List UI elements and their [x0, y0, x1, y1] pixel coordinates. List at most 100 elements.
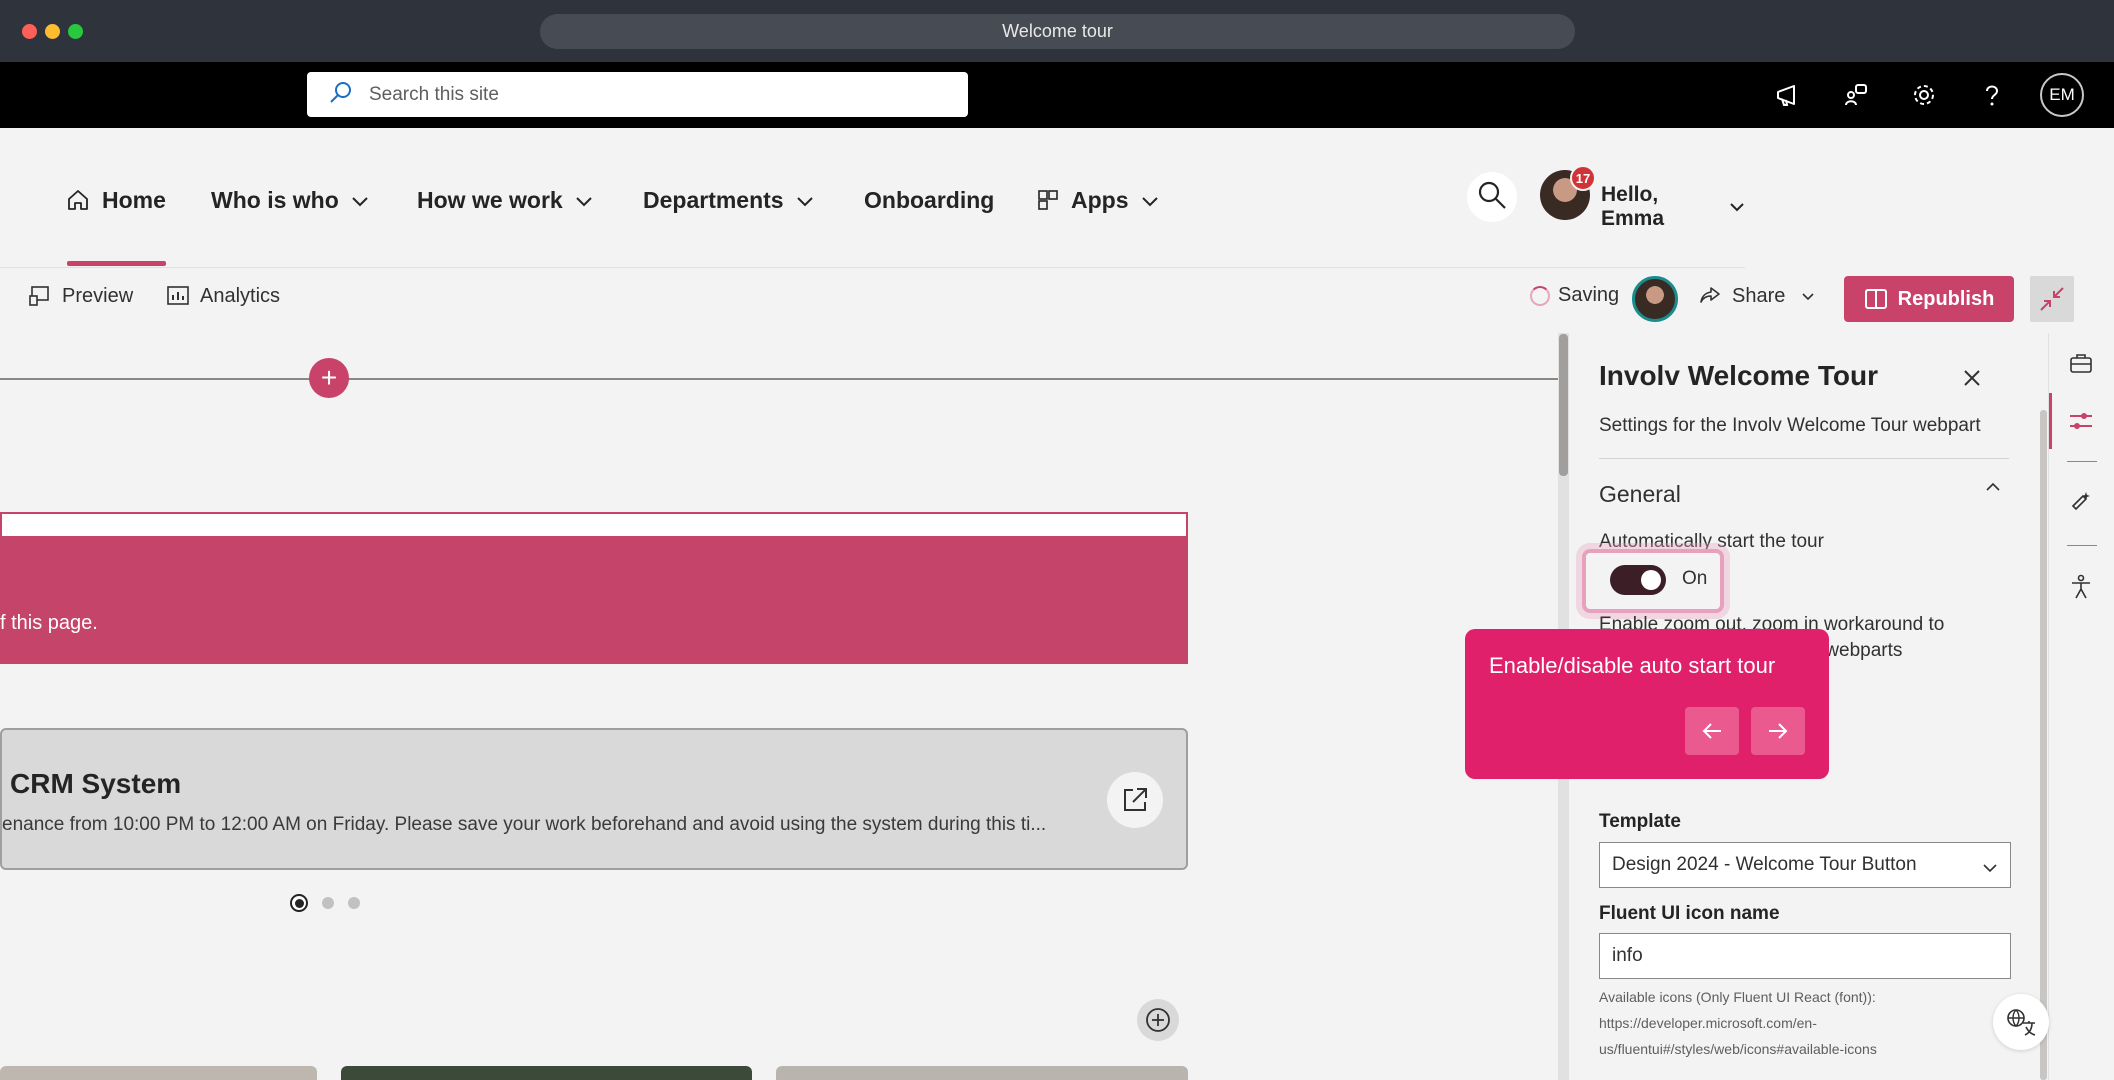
help-icon[interactable]	[1958, 73, 2026, 117]
nav-item-home[interactable]: Home	[66, 180, 166, 220]
carousel-dot-1[interactable]	[290, 894, 308, 912]
zoom-window-button[interactable]	[68, 24, 83, 39]
site-navigation: Home Who is who How we work Departments …	[0, 128, 1745, 268]
settings-gear-icon[interactable]	[1890, 73, 1958, 117]
book-icon	[1864, 288, 1898, 310]
nav-item-label: Onboarding	[864, 186, 995, 213]
add-section-button[interactable]: +	[309, 358, 349, 398]
preview-label: Preview	[62, 284, 134, 307]
toggle-knob	[1641, 570, 1661, 590]
analytics-label: Analytics	[200, 284, 281, 307]
pane-divider	[1599, 458, 2009, 459]
preview-icon	[28, 284, 62, 308]
auto-start-toggle[interactable]	[1610, 565, 1666, 595]
image-thumbnail[interactable]	[776, 1066, 1188, 1080]
icon-name-label: Fluent UI icon name	[1599, 903, 1780, 924]
minimize-window-button[interactable]	[45, 24, 60, 39]
page-command-bar: Preview Analytics Saving Share Republish	[0, 268, 2074, 328]
translate-icon	[2005, 1007, 2037, 1037]
rail-selected-indicator	[2049, 393, 2052, 449]
design-ideas-button[interactable]	[2063, 483, 2099, 519]
megaphone-icon[interactable]	[1754, 73, 1822, 117]
republish-label: Republish	[1897, 287, 1995, 310]
nav-item-label: Who is who	[211, 186, 339, 213]
user-greeting-menu[interactable]: Hello, Emma	[1601, 183, 1745, 231]
share-feedback-icon[interactable]	[1822, 73, 1890, 117]
share-label: Share	[1732, 284, 1786, 307]
chevron-down-icon	[1982, 857, 1998, 879]
window-title[interactable]: Welcome tour	[540, 14, 1575, 49]
news-title: CRM System	[10, 768, 182, 799]
greeting-text: Hello, Emma	[1601, 183, 1665, 230]
tour-popover: Enable/disable auto start tour	[1465, 629, 1829, 779]
rail-separator	[2067, 545, 2097, 546]
nav-item-departments[interactable]: Departments	[643, 180, 814, 220]
template-value: Design 2024 - Welcome Tour Button	[1612, 854, 1917, 875]
share-icon	[1698, 284, 1732, 308]
share-button[interactable]: Share	[1698, 284, 1825, 308]
icons-help-link[interactable]: https://developer.microsoft.com/en-	[1599, 1015, 1817, 1031]
nav-item-apps[interactable]: Apps	[1037, 180, 1159, 220]
tour-previous-button[interactable]	[1685, 707, 1739, 755]
chevron-down-icon	[796, 187, 814, 214]
nav-item-label: How we work	[417, 186, 563, 213]
nav-search-button[interactable]	[1467, 172, 1517, 222]
sliders-icon	[2068, 409, 2094, 433]
news-carousel-card[interactable]: CRM System enance from 10:00 PM to 12:00…	[0, 728, 1188, 870]
add-webpart-button[interactable]	[1137, 999, 1179, 1041]
banner-text: f this page.	[0, 612, 98, 634]
nav-item-how-we-work[interactable]: How we work	[417, 180, 593, 220]
collapse-pane-button[interactable]	[2030, 276, 2074, 322]
search-placeholder: Search this site	[369, 83, 499, 105]
icons-help-text: Available icons (Only Fluent UI React (f…	[1599, 989, 1876, 1005]
notification-badge: 17	[1570, 165, 1596, 191]
tour-step-text: Enable/disable auto start tour	[1489, 653, 1776, 678]
analytics-button[interactable]: Analytics	[166, 284, 280, 308]
news-description: enance from 10:00 PM to 12:00 AM on Frid…	[2, 814, 1047, 835]
pane-title: Involv Welcome Tour	[1599, 360, 1879, 391]
user-avatar[interactable]: EM	[2040, 73, 2084, 117]
nav-item-label: Apps	[1071, 186, 1129, 213]
search-icon	[329, 80, 353, 109]
image-thumbnail[interactable]	[341, 1066, 752, 1080]
icon-name-input[interactable]: info	[1599, 933, 2011, 979]
suite-bar: Search this site EM	[0, 62, 2114, 128]
settings-sliders-button[interactable]	[2063, 403, 2099, 439]
open-external-button[interactable]	[1107, 772, 1163, 828]
coauthor-avatar[interactable]	[1632, 276, 1678, 322]
chevron-down-icon	[1801, 292, 1825, 301]
close-pane-button[interactable]	[1957, 363, 1987, 393]
site-search-box[interactable]: Search this site	[307, 72, 968, 117]
close-window-button[interactable]	[22, 24, 37, 39]
carousel-dot-2[interactable]	[322, 897, 334, 909]
saving-status: Saving	[1530, 284, 1619, 307]
analytics-icon	[166, 284, 200, 308]
pane-scrollbar[interactable]	[2040, 410, 2047, 1080]
toggle-state-text: On	[1682, 568, 1708, 589]
icons-help-link-2[interactable]: us/fluentui#/styles/web/icons#available-…	[1599, 1041, 1877, 1057]
toolbox-button[interactable]	[2063, 345, 2099, 381]
arrow-left-icon	[1701, 722, 1723, 740]
preview-button[interactable]: Preview	[28, 284, 133, 308]
template-dropdown[interactable]: Design 2024 - Welcome Tour Button	[1599, 842, 2011, 888]
canvas-scrollbar-thumb[interactable]	[1559, 334, 1568, 476]
carousel-dot-3[interactable]	[348, 897, 360, 909]
template-label: Template	[1599, 811, 1682, 832]
briefcase-icon	[2069, 352, 2093, 374]
republish-button[interactable]: Republish	[1844, 276, 2014, 322]
accessibility-button[interactable]	[2063, 569, 2099, 605]
tour-next-button[interactable]	[1751, 707, 1805, 755]
arrow-right-icon	[1767, 722, 1789, 740]
translate-button[interactable]	[1993, 994, 2049, 1050]
close-icon	[1962, 368, 1982, 388]
apps-grid-icon	[1037, 189, 1059, 211]
banner-webpart	[0, 536, 1187, 662]
image-thumbnail[interactable]	[0, 1066, 317, 1080]
chevron-down-icon	[351, 187, 369, 214]
nav-item-onboarding[interactable]: Onboarding	[864, 180, 994, 220]
nav-item-who-is-who[interactable]: Who is who	[211, 180, 369, 220]
nav-item-label: Departments	[643, 186, 784, 213]
group-general-header[interactable]: General	[1599, 481, 1681, 508]
chevron-up-icon[interactable]	[1984, 478, 2002, 501]
nav-item-label: Home	[102, 186, 166, 213]
